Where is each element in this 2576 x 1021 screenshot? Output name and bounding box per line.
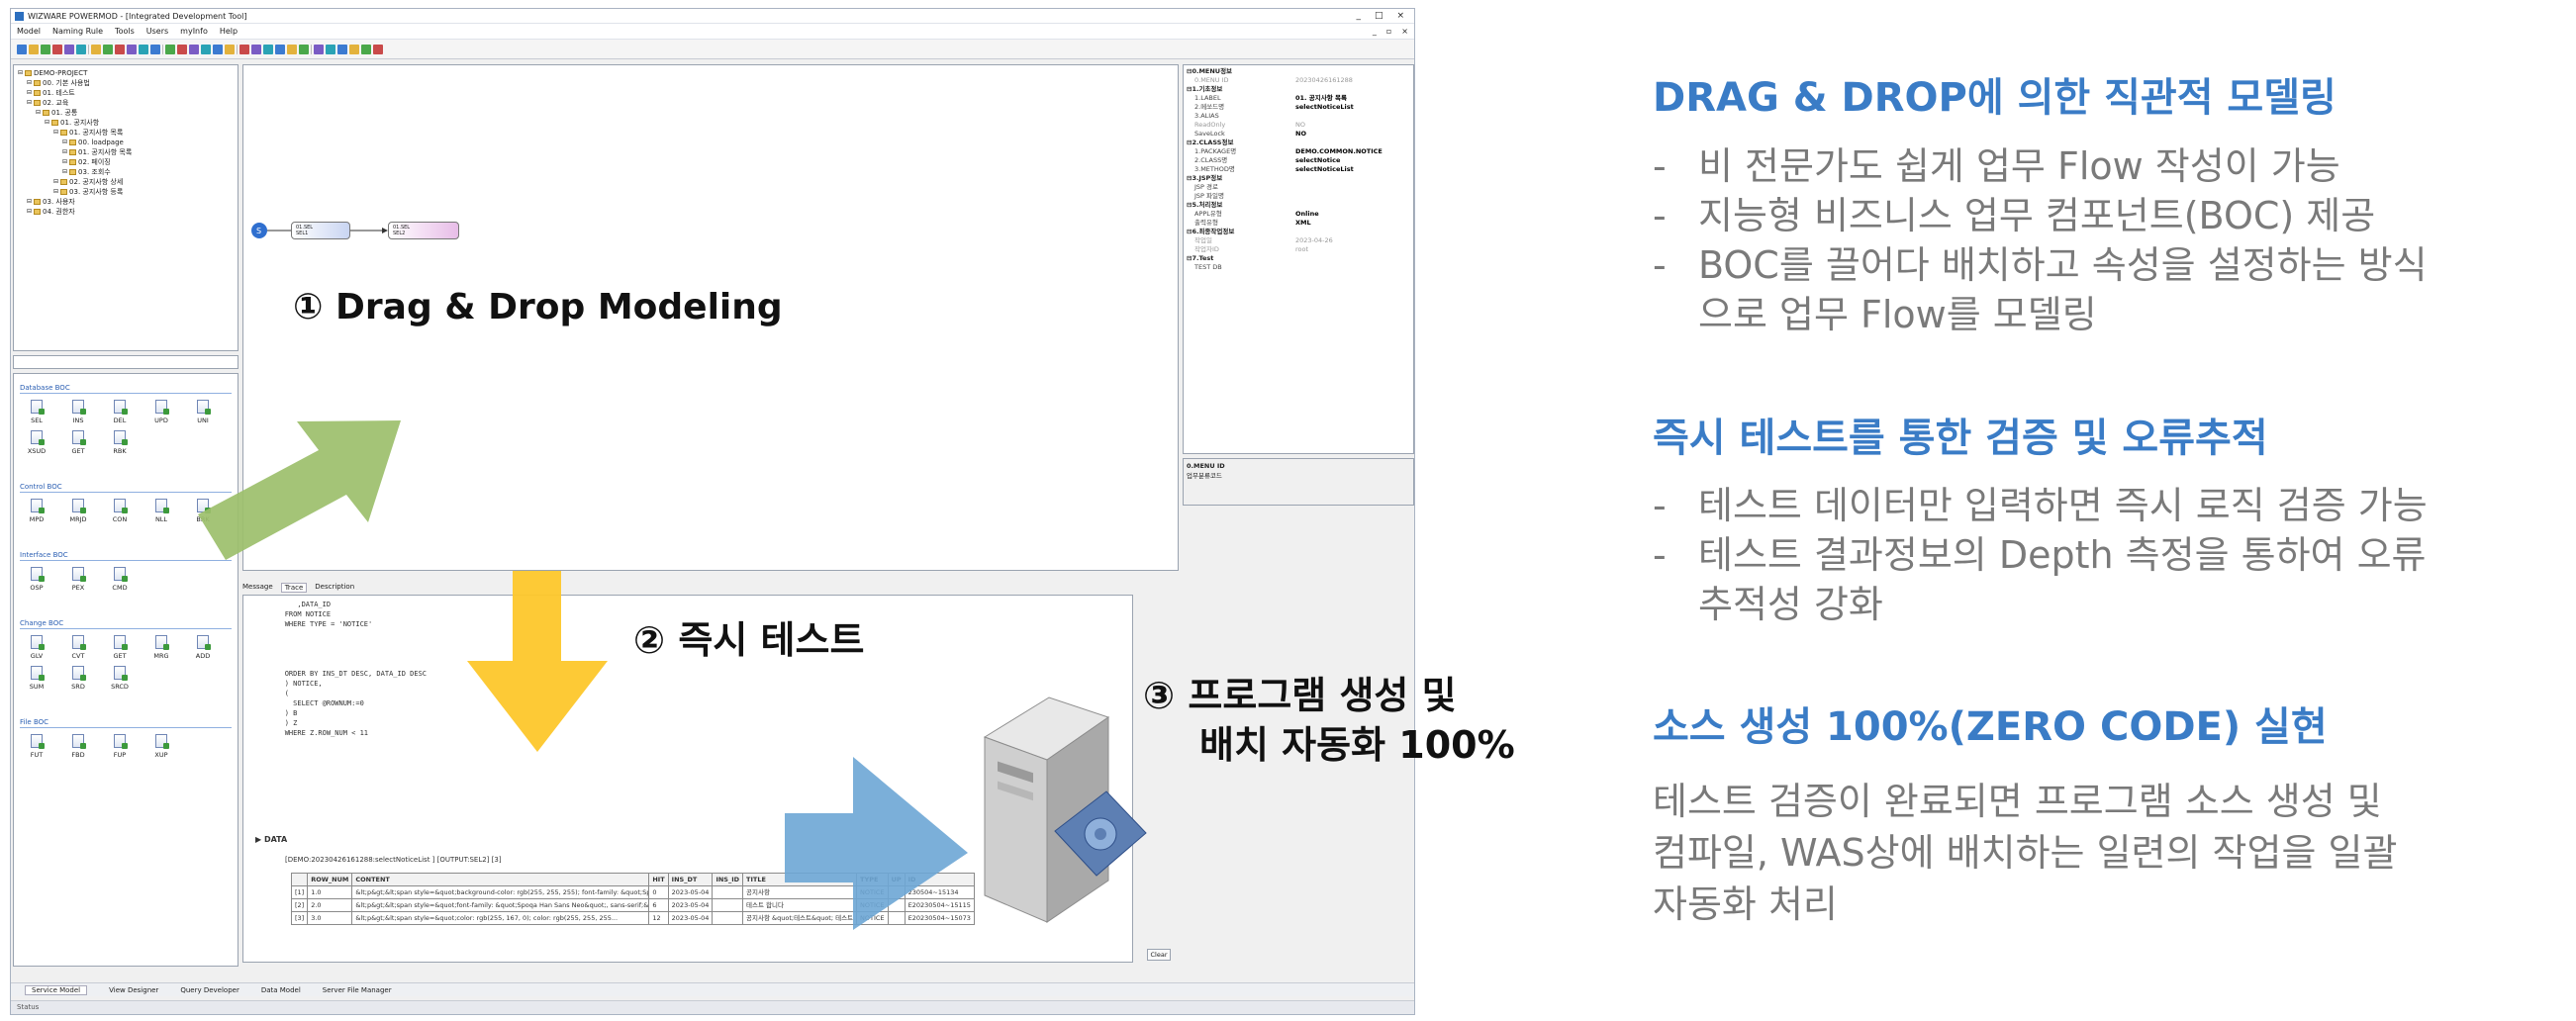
list-item-continuation: 으로 업무 Flow를 모델링 xyxy=(1653,290,2428,339)
green-arrow-icon xyxy=(198,420,401,560)
list-item: - BOC를 끌어다 배치하고 속성을 설정하는 방식 xyxy=(1653,240,2428,290)
paragraph-line: 컴파일, WAS상에 배치하는 일련의 작업을 일괄 xyxy=(1653,831,2398,875)
section3-paragraph: 테스트 검증이 완료되면 프로그램 소스 생성 및 컴파일, WAS상에 배치하… xyxy=(1653,776,2397,930)
bullet-dash: - xyxy=(1653,533,1667,577)
server-icon xyxy=(983,696,1147,923)
list-item-text: 비 전문가도 쉽게 업무 Flow 작성이 가능 xyxy=(1698,144,2340,188)
bullet-dash: - xyxy=(1653,484,1667,527)
section1-list: -비 전문가도 쉽게 업무 Flow 작성이 가능 - 지능형 비즈니스 업무 컴… xyxy=(1653,141,2428,339)
list-item: - 테스트 결과정보의 Depth 측정을 통하여 오류 xyxy=(1653,530,2428,580)
yellow-arrow-icon xyxy=(467,571,608,752)
paragraph-line: 테스트 검증이 완료되면 프로그램 소스 생성 및 xyxy=(1653,780,2382,823)
bullet-dash: - xyxy=(1653,243,1667,287)
list-item-text: 테스트 결과정보의 Depth 측정을 통하여 오류 xyxy=(1698,533,2427,577)
list-item-text: 추적성 강화 xyxy=(1698,583,1883,626)
list-item-text: 테스트 데이터만 입력하면 즉시 로직 검증 가능 xyxy=(1698,484,2428,527)
section3-title: 소스 생성 100%(ZERO CODE) 실현 xyxy=(1653,704,2328,750)
list-item: - 지능형 비즈니스 업무 컴포넌트(BOC) 제공 xyxy=(1653,191,2428,240)
list-item-text: 지능형 비즈니스 업무 컴포넌트(BOC) 제공 xyxy=(1698,194,2376,237)
section1-title: DRAG & DROP에 의한 직관적 모델링 xyxy=(1653,75,2337,121)
section2-title: 즉시 테스트를 통한 검증 및 오류추적 xyxy=(1653,416,2268,461)
bullet-dash: - xyxy=(1653,144,1667,188)
list-item-text: 으로 업무 Flow를 모델링 xyxy=(1698,293,2097,336)
callout-auto-deploy-1: ③ 프로그램 생성 및 xyxy=(1143,674,1457,717)
list-item-continuation: 추적성 강화 xyxy=(1653,580,2428,629)
callout-drag-drop: ① Drag & Drop Modeling xyxy=(293,287,783,327)
list-item-text: BOC를 끌어다 배치하고 속성을 설정하는 방식 xyxy=(1698,243,2428,287)
section2-list: - 테스트 데이터만 입력하면 즉시 로직 검증 가능 - 테스트 결과정보의 De… xyxy=(1653,481,2428,629)
list-item: -비 전문가도 쉽게 업무 Flow 작성이 가능 xyxy=(1653,141,2428,191)
list-item: - 테스트 데이터만 입력하면 즉시 로직 검증 가능 xyxy=(1653,481,2428,530)
slide: WIZWARE POWERMOD - [Integrated Developme… xyxy=(0,0,2576,1021)
callout-auto-deploy-2: 배치 자동화 100% xyxy=(1199,723,1515,767)
paragraph-line: 자동화 처리 xyxy=(1653,882,1838,926)
callout-instant-test: ② 즉시 테스트 xyxy=(633,618,865,662)
bullet-dash: - xyxy=(1653,194,1667,237)
blue-arrow-icon xyxy=(785,757,968,930)
